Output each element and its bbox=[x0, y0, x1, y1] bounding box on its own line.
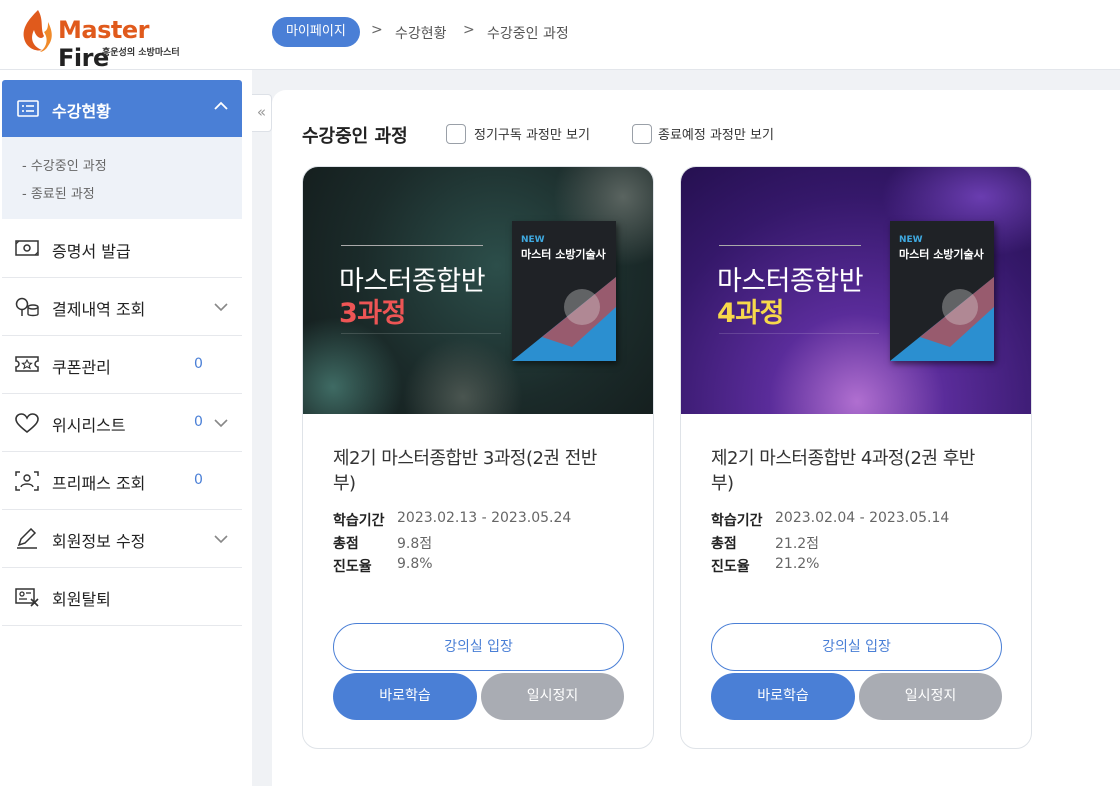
course-banner[interactable]: 마스터종합반 3과정 NEW 마스터 소방기술사 bbox=[303, 167, 653, 414]
breadcrumb-current: 수강중인 과정 bbox=[487, 26, 569, 42]
flame-icon bbox=[23, 10, 52, 52]
banner-course-number: 4과정 bbox=[717, 298, 784, 329]
sidebar-item-enrollment[interactable]: 수강현황 bbox=[2, 80, 242, 137]
course-card: 마스터종합반 3과정 NEW 마스터 소방기술사 제2기 마스터종합반 3과정(… bbox=[302, 166, 654, 749]
total-score-value: 9.8점 bbox=[397, 536, 433, 552]
filter-ending-checkbox[interactable] bbox=[632, 124, 652, 144]
top-header: Master Fire 홍운성의 소방마스터 마이페이지 > 수강현황 > 수강… bbox=[0, 0, 1120, 72]
logo-tagline: 홍운성의 소방마스터 bbox=[102, 48, 180, 58]
filter-subscription-label[interactable]: 정기구독 과정만 보기 bbox=[474, 124, 590, 143]
meta-label: 진도율 bbox=[711, 559, 750, 575]
logo-text: Master Fire bbox=[58, 16, 149, 72]
sidebar-item-label: 회원탈퇴 bbox=[52, 590, 111, 609]
study-period-value: 2023.02.04 - 2023.05.14 bbox=[775, 510, 950, 526]
sidebar-item-wishlist[interactable]: 위시리스트 0 bbox=[2, 394, 242, 452]
sidebar-item-certificate[interactable]: 증명서 발급 bbox=[2, 220, 242, 278]
meta-label: 학습기간 bbox=[711, 513, 763, 529]
study-period-value: 2023.02.13 - 2023.05.24 bbox=[397, 510, 572, 526]
progress-value: 21.2% bbox=[775, 556, 820, 572]
user-scan-icon bbox=[15, 471, 39, 491]
book-new-label: NEW bbox=[521, 235, 545, 245]
course-card: 마스터종합반 4과정 NEW 마스터 소방기술사 제2기 마스터종합반 4과정(… bbox=[680, 166, 1032, 749]
pencil-icon bbox=[17, 528, 37, 549]
sidebar-item-label: 위시리스트 bbox=[52, 416, 126, 435]
filter-ending-label[interactable]: 종료예정 과정만 보기 bbox=[658, 124, 774, 143]
study-now-button[interactable]: 바로학습 bbox=[333, 673, 477, 720]
meta-label: 학습기간 bbox=[333, 513, 385, 529]
sidebar-item-freepass[interactable]: 프리패스 조회 0 bbox=[2, 452, 242, 510]
sidebar: 수강현황 - 수강중인 과정 - 종료된 과정 증명서 발급 결제내역 조회 쿠… bbox=[0, 70, 252, 786]
sidebar-collapse-button[interactable]: « bbox=[252, 94, 272, 132]
submenu-item-ended-courses[interactable]: - 종료된 과정 bbox=[22, 183, 95, 202]
meta-label: 진도율 bbox=[333, 559, 372, 575]
book-title: 마스터 소방기술사 bbox=[899, 248, 984, 261]
sidebar-item-label: 프리패스 조회 bbox=[52, 474, 146, 493]
list-icon bbox=[17, 100, 39, 117]
sidebar-item-edit-profile[interactable]: 회원정보 수정 bbox=[2, 510, 242, 568]
wishlist-count: 0 bbox=[194, 414, 203, 430]
chevron-down-icon[interactable] bbox=[214, 418, 228, 428]
chevron-up-icon[interactable] bbox=[214, 101, 228, 111]
coupon-count: 0 bbox=[194, 356, 203, 372]
submenu-item-active-courses[interactable]: - 수강중인 과정 bbox=[22, 155, 107, 174]
total-score-value: 21.2점 bbox=[775, 536, 820, 552]
sidebar-item-label: 쿠폰관리 bbox=[52, 358, 111, 377]
heart-icon bbox=[15, 413, 39, 434]
banner-course-number: 3과정 bbox=[339, 298, 406, 329]
breadcrumb-separator: > bbox=[463, 22, 475, 38]
sidebar-item-label: 수강현황 bbox=[52, 102, 111, 121]
sidebar-item-withdraw[interactable]: 회원탈퇴 bbox=[2, 568, 242, 626]
sidebar-submenu: - 수강중인 과정 - 종료된 과정 bbox=[2, 137, 242, 219]
book-title: 마스터 소방기술사 bbox=[521, 248, 606, 261]
book-cover: NEW 마스터 소방기술사 bbox=[512, 221, 616, 361]
breadcrumb-enrollment[interactable]: 수강현황 bbox=[395, 23, 447, 43]
course-title[interactable]: 제2기 마스터종합반 3과정(2권 전반부) bbox=[333, 446, 603, 496]
pause-button[interactable]: 일시정지 bbox=[481, 673, 624, 720]
course-banner[interactable]: 마스터종합반 4과정 NEW 마스터 소방기술사 bbox=[681, 167, 1031, 414]
chevron-down-icon[interactable] bbox=[214, 302, 228, 312]
breadcrumb-mypage[interactable]: 마이페이지 bbox=[272, 17, 360, 47]
chevron-down-icon[interactable] bbox=[214, 534, 228, 544]
sidebar-item-payment[interactable]: 결제내역 조회 bbox=[2, 278, 242, 336]
sidebar-item-label: 증명서 발급 bbox=[52, 242, 131, 261]
enter-classroom-button[interactable]: 강의실 입장 bbox=[711, 623, 1002, 671]
enter-classroom-button[interactable]: 강의실 입장 bbox=[333, 623, 624, 671]
progress-value: 9.8% bbox=[397, 556, 433, 572]
payment-icon bbox=[15, 297, 39, 317]
certificate-icon bbox=[15, 240, 39, 256]
master-fire-logo[interactable]: Master Fire 홍운성의 소방마스터 bbox=[18, 8, 188, 72]
book-cover: NEW 마스터 소방기술사 bbox=[890, 221, 994, 361]
course-title[interactable]: 제2기 마스터종합반 4과정(2권 후반부) bbox=[711, 446, 981, 496]
breadcrumb-separator: > bbox=[371, 22, 383, 38]
id-card-remove-icon bbox=[15, 588, 39, 607]
section-title: 수강중인 과정 bbox=[302, 126, 408, 147]
sidebar-item-label: 회원정보 수정 bbox=[52, 532, 146, 551]
study-now-button[interactable]: 바로학습 bbox=[711, 673, 855, 720]
sidebar-item-label: 결제내역 조회 bbox=[52, 300, 146, 319]
freepass-count: 0 bbox=[194, 472, 203, 488]
coupon-icon bbox=[15, 356, 39, 372]
filter-subscription-checkbox[interactable] bbox=[446, 124, 466, 144]
pause-button[interactable]: 일시정지 bbox=[859, 673, 1002, 720]
sidebar-item-coupon[interactable]: 쿠폰관리 0 bbox=[2, 336, 242, 394]
meta-label: 총점 bbox=[711, 536, 737, 552]
book-new-label: NEW bbox=[899, 235, 923, 245]
meta-label: 총점 bbox=[333, 536, 359, 552]
